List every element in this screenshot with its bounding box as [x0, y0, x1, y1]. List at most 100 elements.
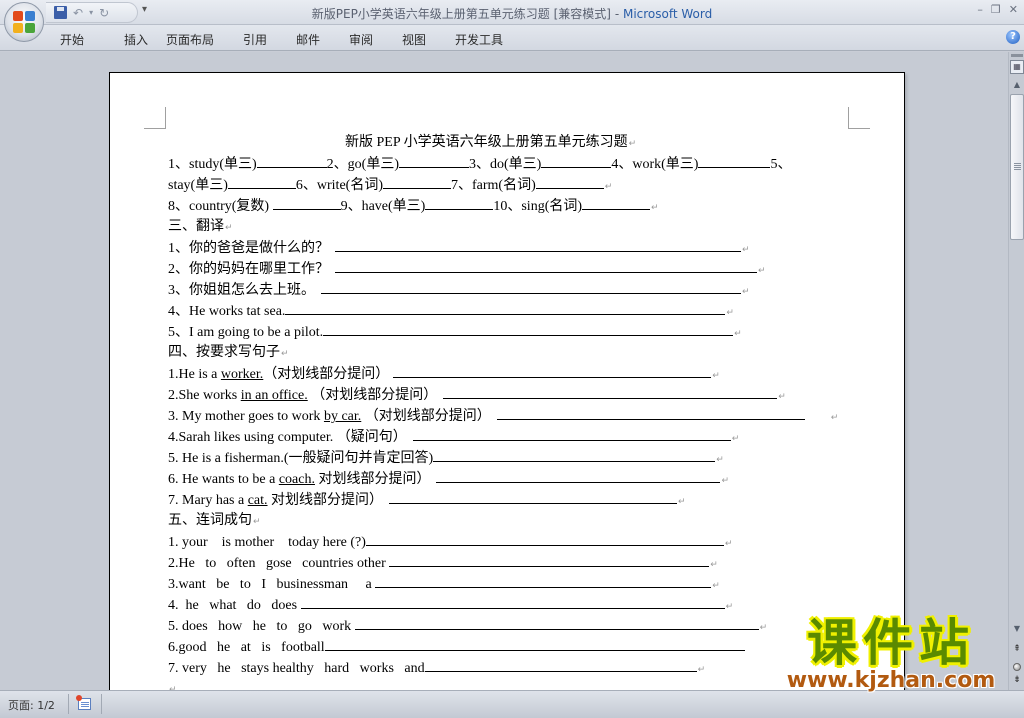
- office-button[interactable]: [4, 2, 44, 42]
- scroll-down-icon[interactable]: ▼: [1009, 622, 1024, 636]
- rewrite-item: 3. My mother goes to work by car. （对划线部分…: [168, 406, 838, 426]
- tab-references[interactable]: 引用: [243, 31, 296, 48]
- answer-blank[interactable]: [323, 322, 734, 336]
- question-text: 4、He works tat sea.: [168, 304, 286, 319]
- answer-blank[interactable]: [582, 196, 651, 210]
- quick-access-toolbar: ↶ ▾ ↻: [46, 2, 138, 23]
- answer-blank[interactable]: [272, 196, 341, 210]
- rewrite-item: 1.He is a worker.（对划线部分提问） ↵: [168, 364, 720, 384]
- tab-list: 开始 插入 页面布局 引用 邮件 审阅 视图 开发工具: [60, 31, 515, 48]
- section-heading: 五、连词成句↵: [168, 511, 261, 531]
- restore-button[interactable]: ❐: [991, 3, 1001, 16]
- answer-blank[interactable]: [285, 301, 726, 315]
- select-browse-object-icon[interactable]: [1013, 663, 1021, 671]
- split-handle[interactable]: [1011, 54, 1023, 57]
- ribbon-tabs: 开始 插入 页面布局 引用 邮件 审阅 视图 开发工具 ?: [0, 25, 1024, 51]
- close-button[interactable]: ✕: [1009, 3, 1018, 16]
- tab-developer[interactable]: 开发工具: [455, 31, 515, 48]
- answer-blank[interactable]: [698, 154, 771, 168]
- vocab-item: 5、: [770, 157, 792, 172]
- undo-dropdown-icon[interactable]: ▾: [89, 8, 93, 17]
- answer-blank[interactable]: [375, 574, 712, 588]
- translate-item: 4、He works tat sea. ↵: [168, 301, 734, 321]
- answer-blank[interactable]: [412, 427, 731, 441]
- paragraph-mark: ↵: [281, 349, 289, 359]
- rewrite-item: 5. He is a fisherman.(一般疑问句并肯定回答) ↵: [168, 448, 724, 468]
- answer-blank[interactable]: [424, 658, 697, 672]
- paragraph-mark: ↵: [778, 392, 786, 402]
- tab-insert[interactable]: 插入: [124, 31, 166, 48]
- answer-blank[interactable]: [433, 448, 716, 462]
- paragraph-mark: ↵: [759, 623, 768, 633]
- answer-blank[interactable]: [365, 532, 724, 546]
- window-controls: – ❐ ✕: [977, 3, 1018, 16]
- answer-blank[interactable]: [335, 238, 741, 252]
- answer-blank[interactable]: [535, 175, 604, 189]
- question-text: 1. your is mother today here (?): [168, 535, 366, 550]
- macro-record-icon[interactable]: [76, 695, 91, 710]
- paragraph-mark: ↵: [651, 203, 659, 213]
- grip-icon: [1014, 163, 1021, 164]
- underlined-part: in an office.: [240, 388, 308, 403]
- view-ruler-icon[interactable]: ▦: [1010, 60, 1024, 74]
- scroll-thumb[interactable]: [1010, 94, 1024, 240]
- tab-page-layout[interactable]: 页面布局: [166, 31, 243, 48]
- answer-blank[interactable]: [256, 154, 327, 168]
- paragraph-mark: ↵: [758, 266, 766, 276]
- answer-blank[interactable]: [393, 364, 712, 378]
- paragraph-mark: ↵: [712, 371, 720, 381]
- tab-home[interactable]: 开始: [60, 31, 124, 48]
- vocab-item: 9、have(单三): [340, 199, 426, 214]
- answer-blank[interactable]: [436, 469, 721, 483]
- translate-item: 2、你的妈妈在哪里工作？ ↵: [168, 259, 766, 279]
- answer-blank[interactable]: [335, 259, 757, 273]
- underlined-part: cat.: [247, 493, 268, 508]
- question-text: 3.want be to I businessman a: [168, 577, 376, 592]
- save-icon[interactable]: [54, 6, 67, 19]
- redo-icon[interactable]: ↻: [99, 6, 109, 20]
- page-count[interactable]: 页面: 1/2: [8, 697, 55, 713]
- answer-blank[interactable]: [399, 154, 469, 168]
- office-logo-icon: [13, 11, 35, 33]
- instruction-text: （对划线部分提问）: [361, 409, 491, 424]
- answer-blank[interactable]: [389, 490, 678, 504]
- previous-page-icon[interactable]: ⇞: [1009, 644, 1024, 654]
- answer-blank[interactable]: [541, 154, 612, 168]
- tab-mailings[interactable]: 邮件: [296, 31, 349, 48]
- vertical-scrollbar[interactable]: ▦ ▲ ▼ ⇞ ⇟: [1008, 52, 1024, 690]
- answer-blank[interactable]: [321, 280, 741, 294]
- help-icon[interactable]: ?: [1006, 30, 1020, 44]
- paragraph-mark: ↵: [742, 245, 750, 255]
- vocab-item: 4、work(单三): [611, 157, 699, 172]
- question-text: 2.He to often gose countries other: [168, 556, 390, 571]
- answer-blank[interactable]: [227, 175, 296, 189]
- instruction-text: 对划线部分提问）: [314, 472, 431, 487]
- answer-blank[interactable]: [324, 637, 745, 651]
- answer-blank[interactable]: [300, 595, 725, 609]
- section-heading-text: 三、翻译: [168, 219, 224, 234]
- answer-blank[interactable]: [496, 406, 805, 420]
- question-text: 7. Mary has a: [168, 493, 248, 508]
- word-order-item: 4. he what do does ↵: [168, 595, 733, 615]
- answer-blank[interactable]: [354, 616, 759, 630]
- paragraph-mark: ↵: [724, 539, 733, 549]
- customize-qat-icon[interactable]: ▾: [142, 4, 147, 15]
- answer-blank[interactable]: [382, 175, 451, 189]
- vocab-item: 10、sing(名词): [493, 199, 583, 214]
- answer-blank[interactable]: [425, 196, 494, 210]
- title-separator: -: [611, 7, 623, 21]
- tab-review[interactable]: 审阅: [349, 31, 402, 48]
- vocab-item: 3、do(单三): [469, 157, 542, 172]
- document-page[interactable]: 新版 PEP 小学英语六年级上册第五单元练习题↵ 1、study(单三) 2、go…: [109, 72, 905, 690]
- vocab-line-3: 8、country(复数) 9、have(单三) 10、sing(名词) ↵: [168, 196, 659, 216]
- next-page-icon[interactable]: ⇟: [1009, 675, 1024, 685]
- answer-blank[interactable]: [443, 385, 778, 399]
- scroll-up-icon[interactable]: ▲: [1009, 78, 1024, 92]
- answer-blank[interactable]: [389, 553, 710, 567]
- tab-view[interactable]: 视图: [402, 31, 455, 48]
- paragraph-mark: ↵: [225, 223, 233, 233]
- undo-icon[interactable]: ↶: [73, 6, 83, 20]
- minimize-button[interactable]: –: [977, 3, 983, 16]
- document-workspace: 新版 PEP 小学英语六年级上册第五单元练习题↵ 1、study(单三) 2、go…: [0, 52, 1008, 690]
- question-text: 5. does how he to go work: [168, 619, 355, 634]
